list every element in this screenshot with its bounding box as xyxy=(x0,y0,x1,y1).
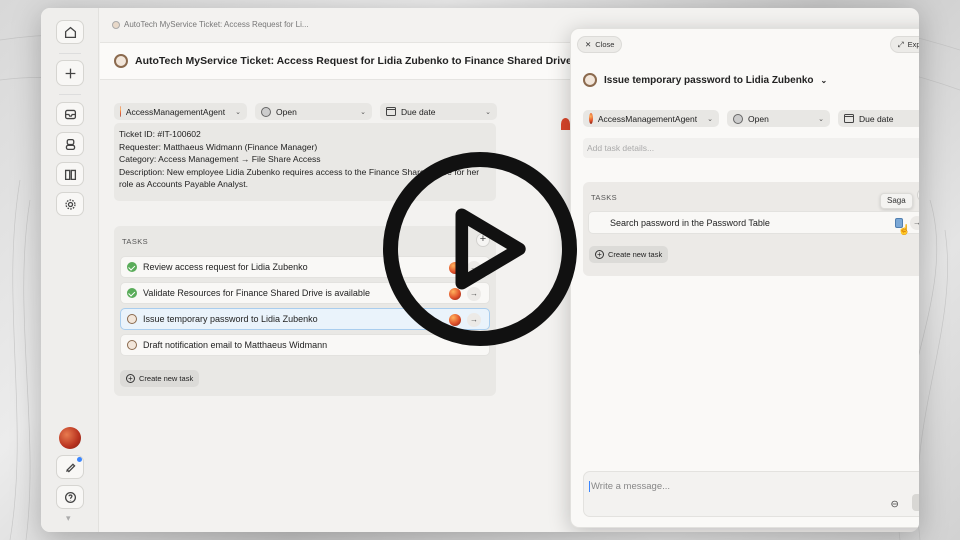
knowledge-button[interactable] xyxy=(56,162,84,186)
task-label: Review access request for Lidia Zubenko xyxy=(143,262,308,272)
agent-select[interactable]: AccessManagementAgent ⌄ xyxy=(583,110,719,127)
subtask-label: Search password in the Password Table xyxy=(610,218,770,228)
agent-select[interactable]: AccessManagementAgent ⌄ xyxy=(114,103,247,120)
close-icon: ✕ xyxy=(585,40,592,49)
task-open-icon xyxy=(127,340,137,350)
sidebar-rail: ▾ xyxy=(41,8,99,532)
status-select[interactable]: Open ⌄ xyxy=(255,103,372,120)
agents-button[interactable] xyxy=(56,132,84,156)
create-task-button[interactable]: + Create new task xyxy=(120,370,200,387)
tasks-header: TASKS xyxy=(122,237,149,246)
task-item[interactable]: Draft notification email to Matthaeus Wi… xyxy=(120,334,490,356)
home-button[interactable] xyxy=(56,20,84,44)
breadcrumb-label: AutoTech MyService Ticket: Access Reques… xyxy=(124,20,309,29)
task-label: Validate Resources for Finance Shared Dr… xyxy=(143,288,370,298)
mouse-pointer-icon: ☝ xyxy=(898,225,911,236)
task-open-icon xyxy=(127,314,137,324)
due-date-select[interactable]: Due date ⌄ xyxy=(380,103,497,120)
chevron-down-icon: ⌄ xyxy=(235,108,241,116)
help-button[interactable] xyxy=(56,485,84,509)
bell-icon xyxy=(65,462,75,472)
inbox-button[interactable] xyxy=(56,102,84,126)
due-date-label: Due date xyxy=(401,106,436,117)
status-label: Open xyxy=(748,113,769,124)
subtasks-section: TASKS + Saga Search password in the Pass… xyxy=(583,182,919,276)
tasks-header: TASKS xyxy=(591,193,618,202)
user-avatar[interactable] xyxy=(59,427,81,449)
chevron-down-icon: ⌄ xyxy=(360,108,366,116)
ticket-title-bar: AutoTech MyService Ticket: Access Reques… xyxy=(100,42,572,80)
play-icon xyxy=(455,208,526,290)
check-done-icon xyxy=(127,288,137,298)
arrow-right-icon[interactable]: → xyxy=(910,216,919,230)
breadcrumb[interactable]: AutoTech MyService Ticket: Access Reques… xyxy=(112,20,309,29)
task-properties: AccessManagementAgent ⌄ Open ⌄ Due date … xyxy=(583,110,919,127)
expand-button[interactable]: ⤢ Expand xyxy=(889,36,919,53)
agent-avatar xyxy=(589,113,593,124)
close-button[interactable]: ✕ Close xyxy=(577,36,623,53)
expand-label: Expand xyxy=(907,40,919,49)
due-date-label: Due date xyxy=(859,113,894,124)
create-subtask-button[interactable]: + Create new task xyxy=(589,246,669,263)
subtask-item[interactable]: Search password in the Password Table ☝ … xyxy=(588,211,919,236)
status-label: Open xyxy=(276,106,297,117)
paperclip-icon[interactable]: ⊘ xyxy=(887,498,901,512)
notification-dot xyxy=(77,457,82,462)
ticket-status-icon[interactable] xyxy=(114,54,128,68)
inbox-icon xyxy=(64,109,76,119)
agents-icon xyxy=(65,138,75,150)
expand-icon: ⤢ xyxy=(897,39,904,49)
agent-avatar xyxy=(120,106,121,117)
agent-label: AccessManagementAgent xyxy=(125,106,226,117)
home-icon xyxy=(64,26,76,38)
calendar-icon xyxy=(386,107,396,116)
plus-circle-icon: + xyxy=(595,250,604,259)
ticket-title: AutoTech MyService Ticket: Access Reques… xyxy=(135,55,572,67)
new-button[interactable] xyxy=(56,60,84,86)
chevron-down-icon: ⌄ xyxy=(820,75,828,85)
task-detail-panel: ✕ Close ⤢ Expand Issue temporary passwor… xyxy=(570,28,919,528)
plus-circle-icon: + xyxy=(126,374,135,383)
chevron-down-icon: ▾ xyxy=(66,513,71,523)
message-input[interactable]: Write a message... xyxy=(588,481,670,492)
chevron-down-icon: ⌄ xyxy=(485,108,491,116)
description-line: Ticket ID: #IT-100602 xyxy=(119,129,201,139)
open-status-icon xyxy=(261,106,271,117)
open-status-icon xyxy=(733,113,743,124)
status-dot-icon xyxy=(112,20,120,29)
chevron-down-icon: ⌄ xyxy=(707,115,713,123)
create-task-label: Create new task xyxy=(608,250,663,259)
divider xyxy=(59,94,81,95)
calendar-icon xyxy=(844,114,854,123)
plus-icon xyxy=(65,68,75,78)
send-button[interactable]: ↑ xyxy=(912,494,919,511)
task-label: Issue temporary password to Lidia Zubenk… xyxy=(143,314,318,324)
task-label: Draft notification email to Matthaeus Wi… xyxy=(143,340,328,350)
page-title: AutoTech MyService Ticket: Access Reques… xyxy=(114,54,572,68)
agent-label: AccessManagementAgent xyxy=(597,113,698,124)
description-line: Requester: Matthaeus Widmann (Finance Ma… xyxy=(119,141,318,152)
task-details-input[interactable]: Add task details... xyxy=(583,138,919,158)
task-title[interactable]: Issue temporary password to Lidia Zubenk… xyxy=(583,73,827,87)
close-label: Close xyxy=(595,40,615,49)
add-subtask-button[interactable]: + xyxy=(917,188,919,202)
help-icon xyxy=(64,491,76,503)
task-status-icon[interactable] xyxy=(583,73,597,87)
message-box[interactable]: Write a message... ⊘ ↑ xyxy=(583,471,919,517)
status-select[interactable]: Open ⌄ xyxy=(727,110,830,127)
due-date-select[interactable]: Due date ⌄ xyxy=(838,110,919,127)
task-title-label: Issue temporary password to Lidia Zubenk… xyxy=(604,74,814,86)
tooltip: Saga xyxy=(880,193,913,209)
check-done-icon xyxy=(127,262,137,272)
video-play-overlay[interactable] xyxy=(383,152,577,346)
create-task-label: Create new task xyxy=(139,374,194,383)
chevron-down-icon: ⌄ xyxy=(818,115,824,123)
divider xyxy=(59,53,81,54)
gear-icon xyxy=(64,198,76,210)
book-icon xyxy=(64,169,76,180)
ticket-properties: AccessManagementAgent ⌄ Open ⌄ Due date … xyxy=(114,103,497,120)
agent-indicator xyxy=(561,118,570,130)
settings-button[interactable] xyxy=(56,192,84,216)
